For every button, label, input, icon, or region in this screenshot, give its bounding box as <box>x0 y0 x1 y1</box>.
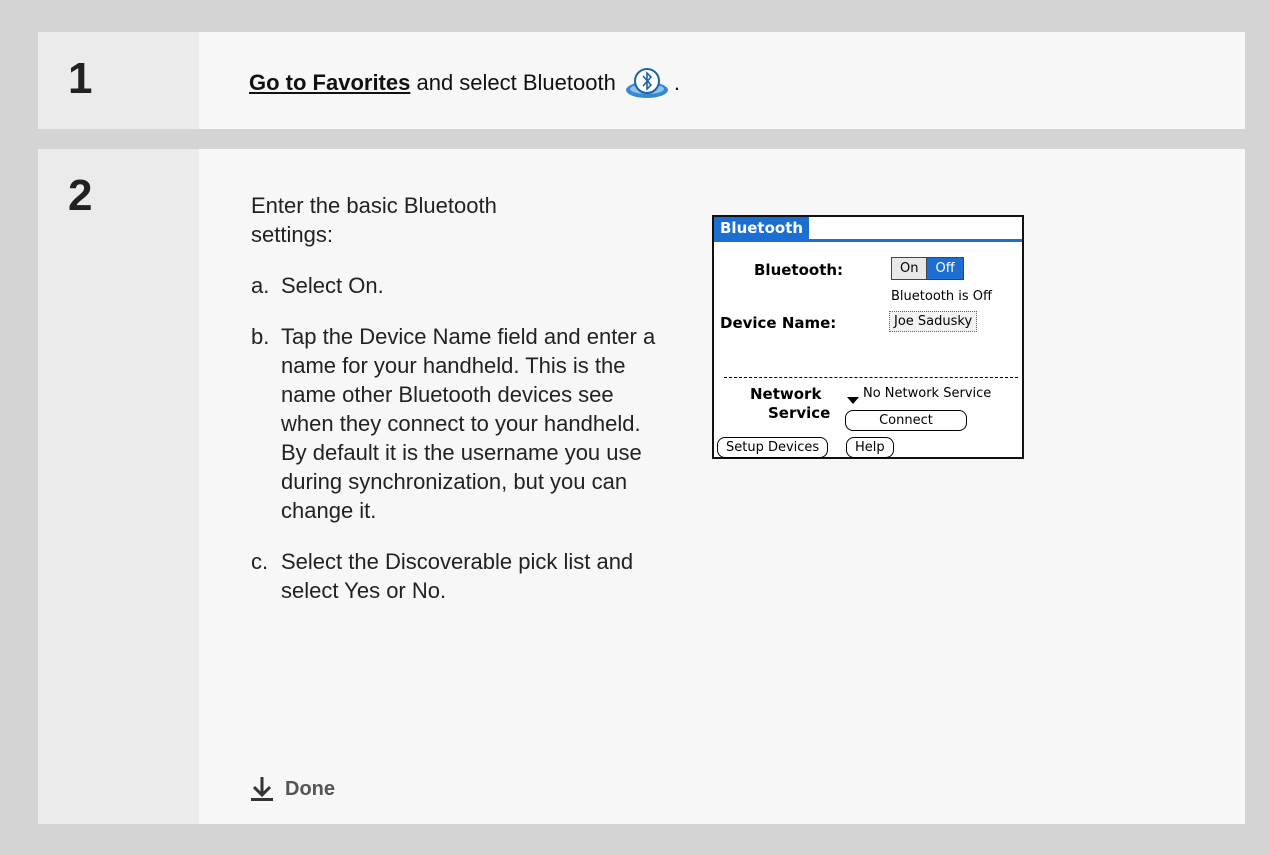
list-item: b. Tap the Device Name field and enter a… <box>251 322 671 525</box>
dropdown-arrow-icon[interactable] <box>847 390 859 409</box>
device-name-field[interactable]: Joe Sadusky <box>889 311 978 332</box>
step-2-instructions: Enter the basic Bluetooth settings: a. S… <box>251 191 671 627</box>
bluetooth-label: Bluetooth: <box>754 261 844 279</box>
connect-button[interactable]: Connect <box>845 410 967 431</box>
off-option[interactable]: Off <box>927 258 963 279</box>
step-2: 2 Enter the basic Bluetooth settings: a.… <box>38 149 1245 824</box>
step-body: Go to Favorites and select Bluetooth . <box>199 32 1245 129</box>
step-body: Enter the basic Bluetooth settings: a. S… <box>199 149 1245 824</box>
bluetooth-toggle[interactable]: On Off <box>891 257 964 280</box>
network-service-picker[interactable]: No Network Service <box>863 386 991 401</box>
step-1: 1 Go to Favorites and select Bluetooth . <box>38 32 1245 129</box>
step-number: 1 <box>68 54 93 103</box>
go-to-favorites-link[interactable]: Go to Favorites <box>249 70 410 96</box>
item-letter: a. <box>251 273 270 298</box>
item-text: Tap the Device Name field and enter a na… <box>281 324 656 523</box>
setup-devices-button[interactable]: Setup Devices <box>717 437 829 458</box>
bluetooth-icon <box>624 66 670 100</box>
network-label: Network <box>750 385 822 403</box>
done-indicator: Done <box>251 776 335 802</box>
item-text: Select On. <box>281 273 384 298</box>
item-letter: b. <box>251 324 270 349</box>
list-item: a. Select On. <box>251 271 671 300</box>
help-button[interactable]: Help <box>846 437 894 458</box>
divider <box>724 377 1018 378</box>
down-arrow-icon <box>251 777 273 801</box>
step-number-column: 1 <box>38 32 199 129</box>
bluetooth-status: Bluetooth is Off <box>891 289 992 304</box>
step-number: 2 <box>68 171 93 220</box>
list-item: c. Select the Discoverable pick list and… <box>251 547 671 605</box>
step-number-column: 2 <box>38 149 199 824</box>
service-label: Service <box>768 404 831 422</box>
on-option[interactable]: On <box>892 258 928 279</box>
step-2-intro: Enter the basic Bluetooth settings: <box>251 193 497 247</box>
step-1-period: . <box>673 70 680 95</box>
bluetooth-screen-preview: Bluetooth Bluetooth: On Off Bluetooth is… <box>712 215 1024 459</box>
item-letter: c. <box>251 549 269 574</box>
device-name-label: Device Name: <box>720 314 837 332</box>
done-label: Done <box>285 777 335 800</box>
item-text: Select the Discoverable pick list and se… <box>281 549 634 603</box>
step-1-instruction: Go to Favorites and select Bluetooth . <box>249 66 680 100</box>
palm-title: Bluetooth <box>714 217 810 242</box>
step-1-text: and select Bluetooth <box>410 70 616 95</box>
